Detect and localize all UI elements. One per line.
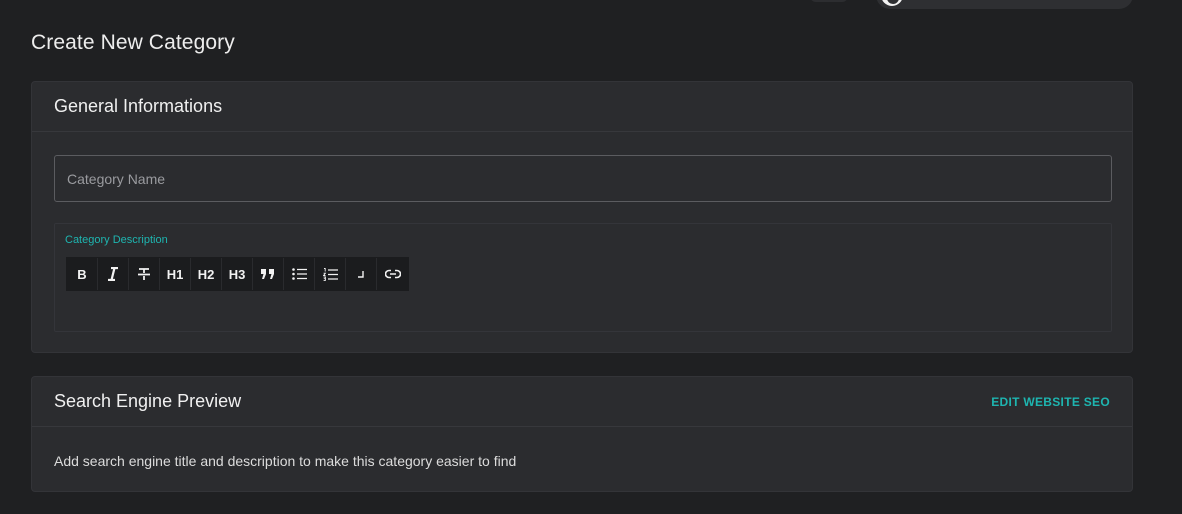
heading-2-icon: H2 — [197, 266, 215, 282]
category-description-editor[interactable]: Category Description B H1 H2 H3 — [54, 223, 1112, 332]
strikethrough-icon — [137, 267, 151, 281]
ordered-list-button[interactable] — [315, 258, 346, 290]
user-menu[interactable] — [876, 0, 1133, 9]
general-card-header: General Informations — [32, 82, 1132, 132]
bullet-list-button[interactable] — [284, 258, 315, 290]
seo-card-title: Search Engine Preview — [54, 391, 242, 411]
line-break-icon — [356, 269, 366, 279]
search-engine-preview-card: Search Engine Preview EDIT WEBSITE SEO A… — [31, 376, 1133, 492]
ordered-list-icon — [322, 267, 338, 281]
category-name-input[interactable] — [54, 155, 1112, 202]
blockquote-icon — [260, 268, 276, 280]
italic-icon — [107, 267, 119, 281]
strikethrough-button[interactable] — [129, 258, 160, 290]
heading-1-icon: H1 — [166, 266, 184, 282]
heading-2-button[interactable]: H2 — [191, 258, 222, 290]
italic-button[interactable] — [98, 258, 129, 290]
link-icon — [384, 269, 401, 279]
bold-icon: B — [77, 266, 87, 282]
general-informations-card: General Informations Category Descriptio… — [31, 81, 1133, 353]
bold-button[interactable]: B — [67, 258, 98, 290]
heading-3-icon: H3 — [228, 266, 246, 282]
blockquote-button[interactable] — [253, 258, 284, 290]
link-button[interactable] — [377, 258, 408, 290]
general-card-title: General Informations — [54, 96, 223, 116]
heading-1-button[interactable]: H1 — [160, 258, 191, 290]
line-break-button[interactable] — [346, 258, 377, 290]
editor-toolbar: B H1 H2 H3 — [66, 257, 409, 291]
page-title: Create New Category — [31, 31, 235, 54]
avatar — [881, 0, 903, 6]
bullet-list-icon — [291, 268, 307, 280]
seo-card-header: Search Engine Preview EDIT WEBSITE SEO — [32, 377, 1132, 427]
topbar-button[interactable] — [810, 0, 848, 2]
category-description-label: Category Description — [65, 234, 168, 246]
seo-description-text: Add search engine title and description … — [54, 453, 517, 469]
heading-3-button[interactable]: H3 — [222, 258, 253, 290]
edit-website-seo-link[interactable]: EDIT WEBSITE SEO — [991, 395, 1110, 409]
